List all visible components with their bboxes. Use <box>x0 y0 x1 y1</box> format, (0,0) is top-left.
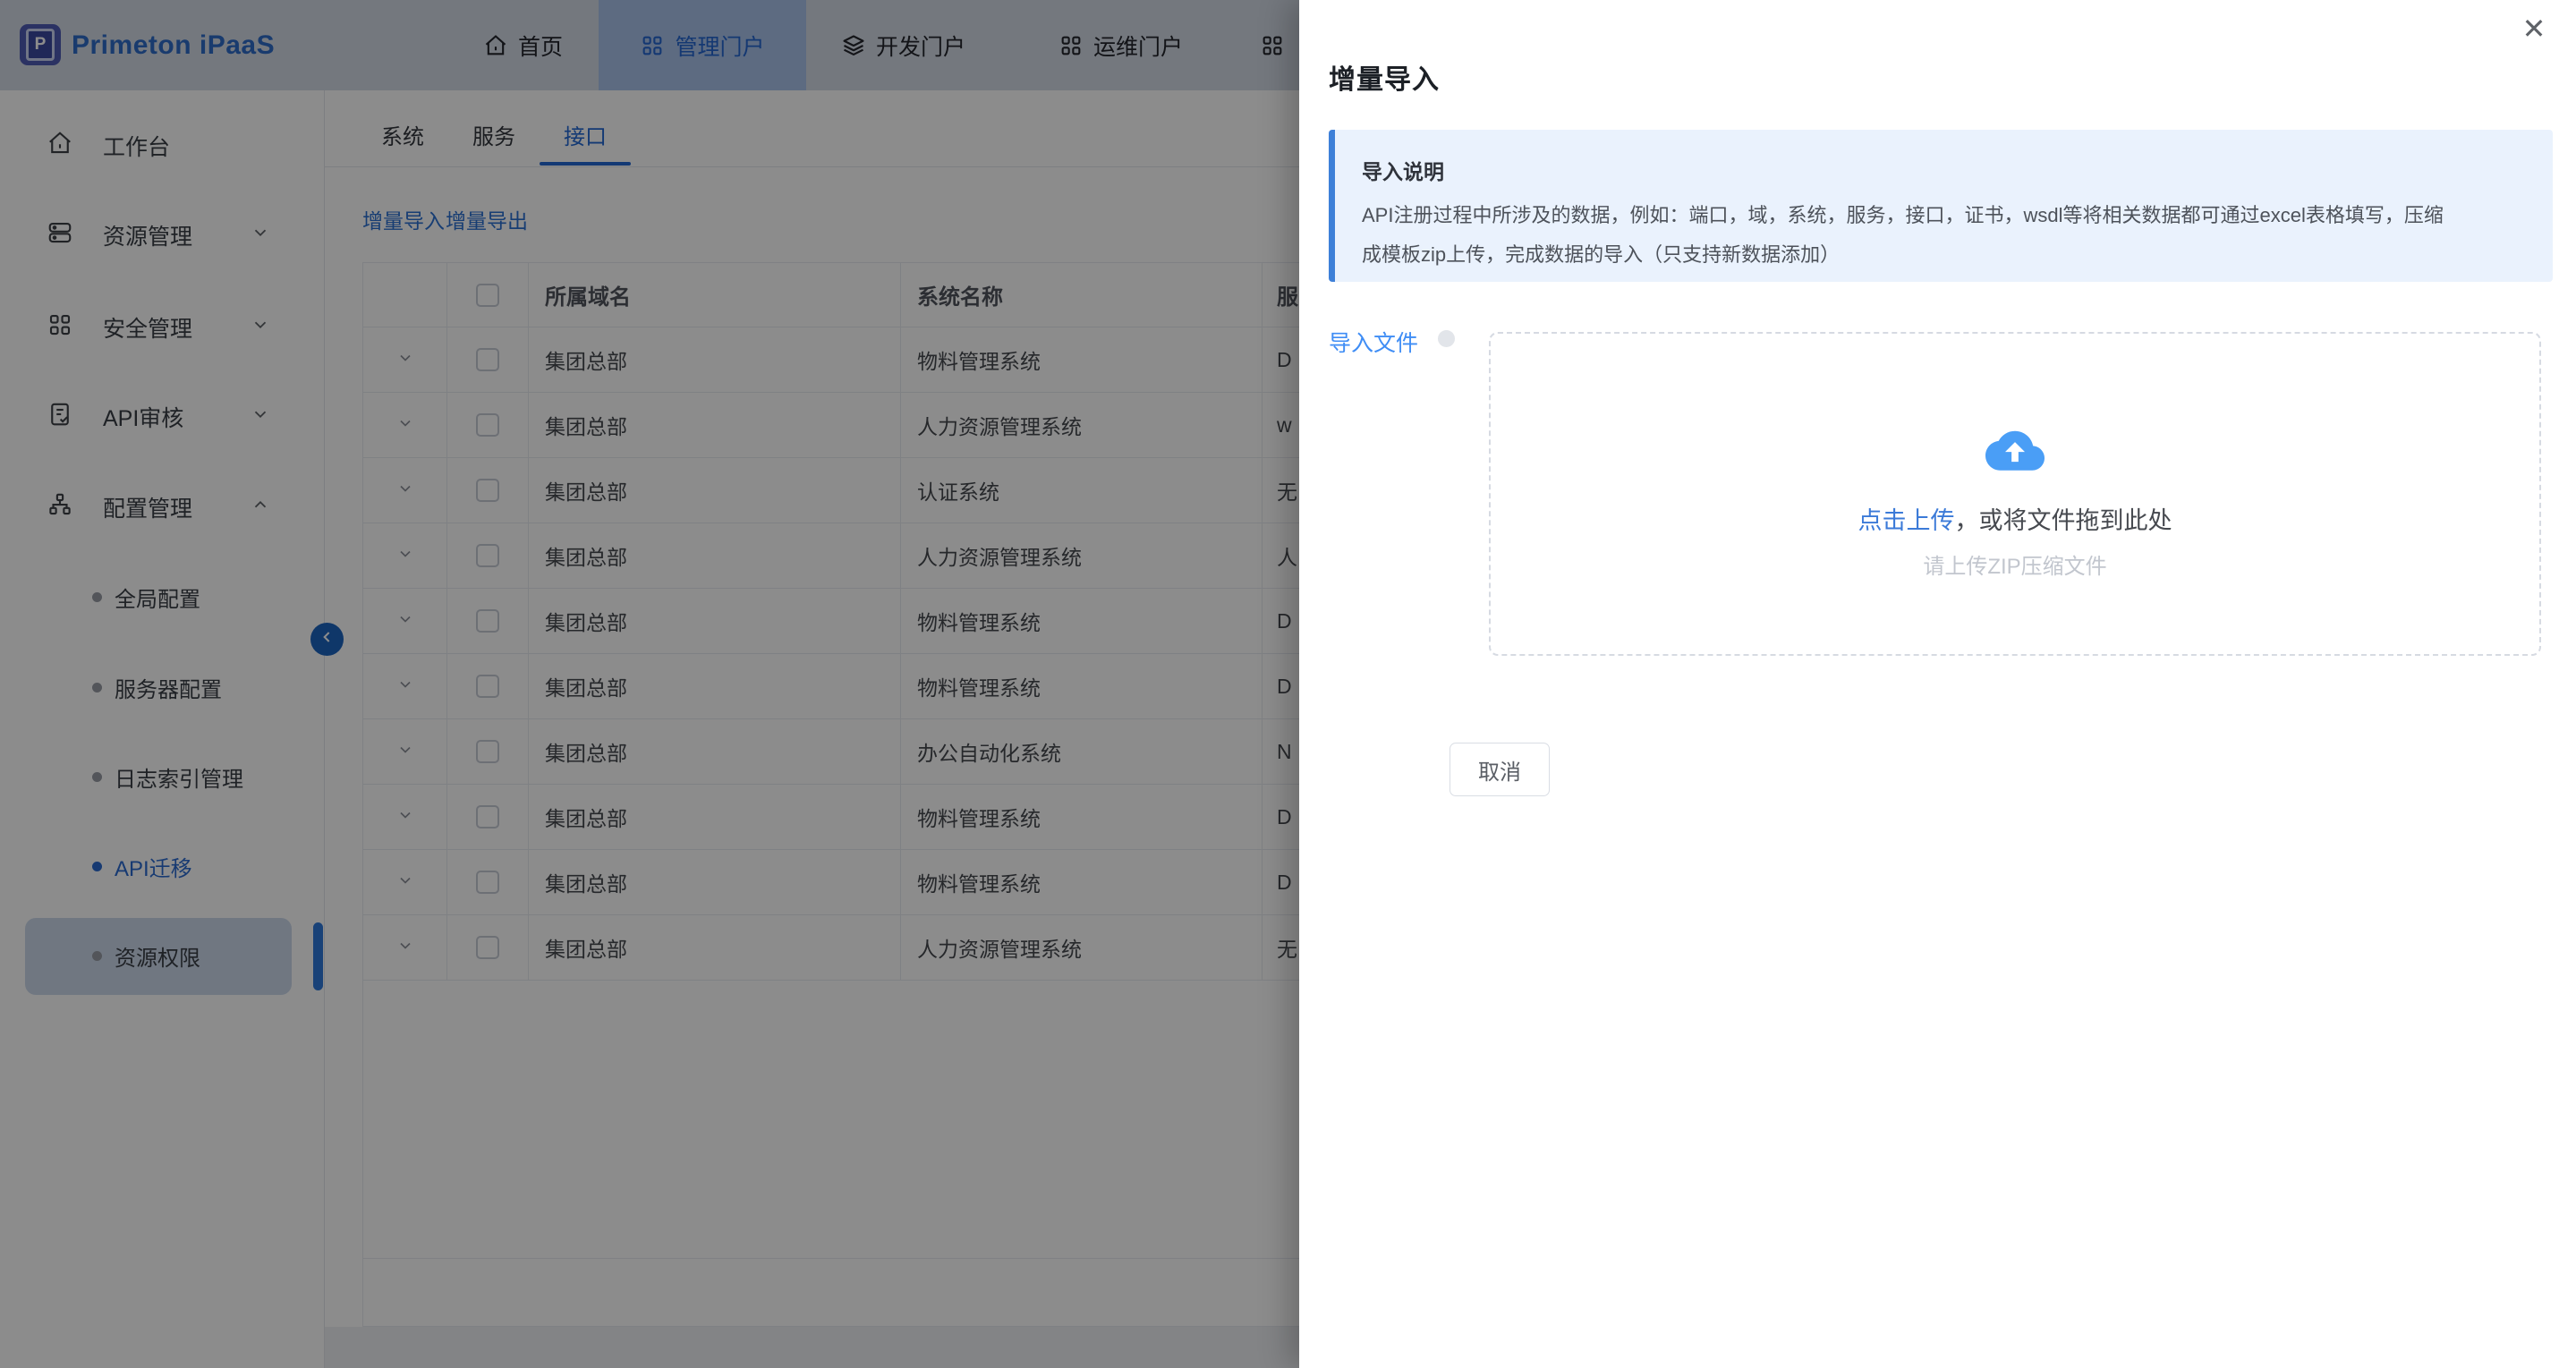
cancel-button[interactable]: 取消 <box>1450 743 1550 796</box>
import-instructions-alert: 导入说明 API注册过程中所涉及的数据，例如：端口，域，系统，服务，接口，证书，… <box>1329 130 2553 282</box>
alert-text: API注册过程中所涉及的数据，例如：端口，域，系统，服务，接口，证书，wsdl等… <box>1362 196 2454 275</box>
import-file-label: 导入文件 <box>1329 326 1418 358</box>
close-icon[interactable]: ✕ <box>2514 9 2554 48</box>
file-dropzone[interactable]: 点击上传，或将文件拖到此处 请上传ZIP压缩文件 <box>1489 332 2541 656</box>
alert-accent-bar <box>1329 130 1335 282</box>
alert-title: 导入说明 <box>1362 155 2454 185</box>
incremental-import-drawer: 增量导入 ✕ 导入说明 API注册过程中所涉及的数据，例如：端口，域，系统，服务… <box>1299 0 2576 1368</box>
cloud-upload-icon <box>1491 425 2539 476</box>
dropzone-instruction: 点击上传，或将文件拖到此处 <box>1491 501 2539 536</box>
upload-status-dot-icon <box>1438 330 1455 347</box>
drawer-title: 增量导入 <box>1329 57 1440 97</box>
dropzone-hint: 请上传ZIP压缩文件 <box>1491 548 2539 580</box>
click-upload-link[interactable]: 点击上传 <box>1858 507 1955 534</box>
